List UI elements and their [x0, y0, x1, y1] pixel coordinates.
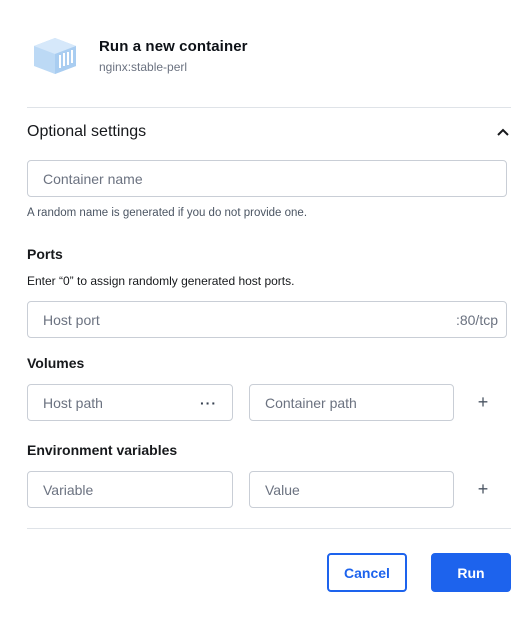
header-divider: [27, 107, 511, 108]
optional-settings-label: Optional settings: [27, 123, 147, 140]
ports-heading: Ports: [27, 246, 63, 262]
footer-divider: [27, 528, 511, 529]
container-path-placeholder: Container path: [265, 394, 357, 411]
env-variable-input[interactable]: Variable: [27, 471, 233, 508]
env-heading: Environment variables: [27, 442, 178, 458]
ports-help: Enter “0” to assign randomly generated h…: [27, 274, 295, 288]
container-port-label: :80/tcp: [455, 311, 498, 328]
env-value-placeholder: Value: [265, 481, 300, 498]
run-button[interactable]: Run: [431, 553, 511, 592]
cancel-button[interactable]: Cancel: [327, 553, 407, 592]
container-name-input[interactable]: Container name: [27, 160, 507, 197]
volumes-heading: Volumes: [27, 355, 85, 371]
container-name-placeholder: Container name: [43, 170, 143, 187]
chevron-up-icon[interactable]: [495, 124, 511, 140]
container-name-hint: A random name is generated if you do not…: [27, 207, 308, 219]
env-value-input[interactable]: Value: [249, 471, 454, 508]
env-variable-placeholder: Variable: [43, 481, 94, 498]
dialog-title: Run a new container: [99, 38, 248, 55]
container-path-input[interactable]: Container path: [249, 384, 454, 421]
host-path-input[interactable]: Host path ···: [27, 384, 233, 421]
optional-settings-toggle[interactable]: Optional settings: [27, 118, 511, 146]
add-env-icon[interactable]: +: [471, 477, 495, 501]
dialog-header: Run a new container nginx:stable-perl: [32, 36, 502, 80]
host-port-placeholder: Host port: [43, 311, 100, 328]
host-port-input[interactable]: Host port :80/tcp: [27, 301, 507, 338]
container-box-icon: [34, 38, 76, 74]
add-volume-icon[interactable]: +: [471, 390, 495, 414]
host-path-placeholder: Host path: [43, 394, 103, 411]
browse-icon[interactable]: ···: [200, 395, 217, 411]
image-name: nginx:stable-perl: [99, 60, 188, 74]
